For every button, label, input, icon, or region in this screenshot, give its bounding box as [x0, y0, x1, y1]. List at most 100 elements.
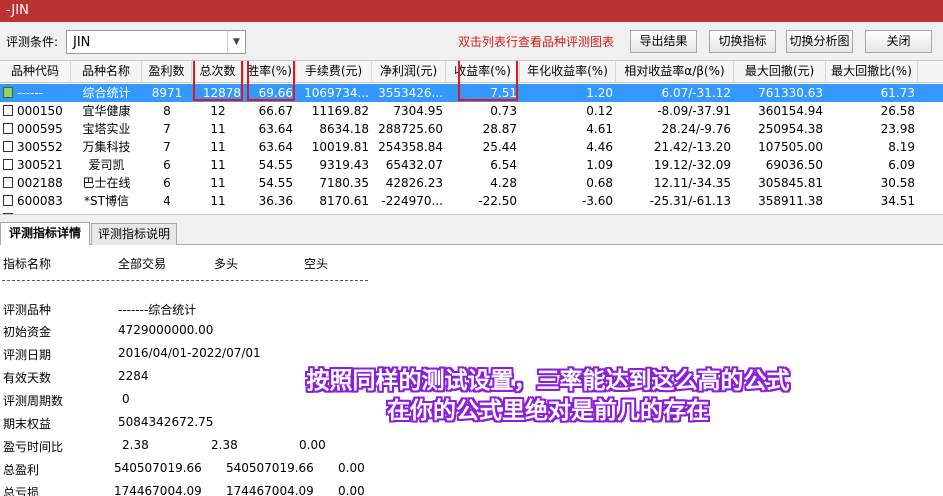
chevron-down-icon[interactable]: ▼: [227, 31, 245, 53]
table-cell: 23.98: [880, 122, 915, 136]
table-cell: 4.28: [490, 176, 517, 190]
row-code-cell: ------: [0, 84, 71, 102]
table-row[interactable]: 300552 万集科技 7 11 63.64 10019.81 254358.8…: [0, 138, 943, 156]
tab-metric-explanation[interactable]: 评测指标说明: [91, 223, 177, 245]
table-cell: -25.31/-61.13: [649, 194, 731, 208]
table-cell: 12: [210, 104, 226, 118]
switch-chart-button[interactable]: 切换分析图: [786, 30, 853, 53]
detail-item-value: 2.38: [122, 438, 149, 452]
column-header[interactable]: 净利润(元): [372, 61, 446, 83]
export-button[interactable]: 导出结果: [630, 30, 697, 53]
detail-item-value: -------综合统计: [118, 303, 197, 317]
table-row[interactable]: 600083 *ST博信 4 11 36.36 8170.61 -224970.…: [0, 192, 943, 210]
table-cell: 6.54: [490, 158, 517, 172]
table-cell: 4: [163, 194, 171, 208]
table-cell: 8170.61: [319, 194, 369, 208]
window-title-bar[interactable]: -JIN: [0, 0, 943, 22]
switch-indicator-button[interactable]: 切换指标: [709, 30, 776, 53]
table-cell: 54.55: [258, 158, 293, 172]
detail-item-name: 评测周期数: [3, 394, 64, 408]
table-cell: 61.73: [880, 86, 915, 100]
detail-item-name: 总亏损: [3, 486, 40, 496]
detail-header: 指标名称: [3, 257, 52, 271]
table-cell: 8634.18: [319, 122, 369, 136]
column-header[interactable]: 最大回撤比(%): [826, 61, 918, 83]
window-title: -JIN: [6, 3, 29, 18]
checkbox-icon[interactable]: [3, 177, 13, 188]
table-row[interactable]: 000595 宝塔实业 7 11 63.64 8634.18 288725.60…: [0, 120, 943, 138]
divider: [2, 280, 368, 281]
table-cell: 6: [163, 158, 171, 172]
column-header[interactable]: 年化收益率(%): [520, 61, 616, 83]
column-header[interactable]: 手续费(元): [296, 61, 372, 83]
table-cell: 6.07/-31.12: [661, 86, 731, 100]
detail-item-value: 2284: [118, 369, 149, 383]
table-cell: 7: [163, 122, 171, 136]
detail-item-value: 5084342672.75: [118, 415, 214, 429]
tab-metric-details[interactable]: 评测指标详情: [0, 222, 90, 246]
table-cell: 28.87: [482, 122, 517, 136]
column-header[interactable]: 品种名称: [71, 61, 142, 83]
column-header[interactable]: 总次数: [192, 61, 244, 83]
table-cell: 11: [210, 194, 226, 208]
checkbox-icon[interactable]: [3, 159, 13, 170]
table-cell: 11: [210, 140, 226, 154]
column-header[interactable]: 盈利数: [142, 61, 192, 83]
checkbox-icon[interactable]: [3, 141, 13, 152]
table-cell: -224970...: [381, 194, 443, 208]
table-row[interactable]: 000150 宜华健康 8 12 66.67 11169.82 7304.95 …: [0, 102, 943, 120]
column-header[interactable]: 品种代码: [0, 61, 71, 83]
checkbox-icon[interactable]: [3, 123, 13, 134]
table-cell: 358911.38: [758, 194, 823, 208]
condition-select[interactable]: JIN ▼: [66, 30, 246, 54]
checkbox-icon[interactable]: [3, 195, 13, 206]
table-cell: 11: [210, 158, 226, 172]
detail-item-value: 540507019.66: [226, 461, 314, 475]
detail-item-value: 0: [122, 392, 130, 406]
detail-item-value: 0.00: [299, 438, 326, 452]
checkbox-icon[interactable]: [3, 105, 13, 116]
table-cell: 万集科技: [82, 140, 131, 154]
table-cell: 288725.60: [378, 122, 443, 136]
row-code-cell: 300552: [0, 138, 71, 156]
table-cell: 6: [163, 176, 171, 190]
table-cell: -22.50: [478, 194, 517, 208]
table-cell: 69.66: [258, 86, 293, 100]
table-cell: 0.12: [586, 104, 613, 118]
table-cell: 26.58: [880, 104, 915, 118]
column-header[interactable]: 胜率(%): [244, 61, 296, 83]
table-cell: 4.61: [586, 122, 613, 136]
detail-item-name: 总盈利: [3, 463, 40, 477]
table-cell: 11: [210, 176, 226, 190]
column-header[interactable]: 最大回撤(元): [734, 61, 826, 83]
row-code-cell: 600083: [0, 192, 71, 210]
table-cell: 69036.50: [765, 158, 823, 172]
table-cell: *ST博信: [84, 194, 129, 208]
table-row-summary[interactable]: ------ 综合统计 8971 12878 69.66 1069734... …: [0, 84, 943, 102]
detail-header: 空头: [304, 257, 329, 271]
table-cell: 28.24/-9.76: [661, 122, 731, 136]
table-cell: 8.19: [888, 140, 915, 154]
close-button[interactable]: 关闭: [865, 30, 932, 53]
table-cell: 250954.38: [758, 122, 823, 136]
table-cell: 1069734...: [304, 86, 369, 100]
detail-item-value: 540507019.66: [114, 461, 202, 475]
overlay-caption-line2: 在你的公式里绝对是前几的存在: [387, 398, 709, 424]
detail-item-value: 0.00: [338, 461, 365, 475]
table-cell: 36.36: [258, 194, 293, 208]
table-cell: 305845.81: [758, 176, 823, 190]
detail-item-name: 初始资金: [3, 325, 52, 339]
table-cell: 4.46: [586, 140, 613, 154]
table-cell: 19.12/-32.09: [653, 158, 731, 172]
table-cell: 12878: [202, 86, 241, 100]
detail-item-name: 有效天数: [3, 371, 52, 385]
column-header[interactable]: 收益率(%): [446, 61, 520, 83]
detail-item-value: 2.38: [211, 438, 238, 452]
table-row[interactable]: 300521 爱司凯 6 11 54.55 9319.43 65432.07 6…: [0, 156, 943, 174]
detail-item-name: 期末权益: [3, 417, 52, 431]
column-header[interactable]: 相对收益率α/β(%): [616, 61, 734, 83]
chart-icon: [3, 87, 13, 98]
table-header: 品种代码 品种名称 盈利数 总次数 胜率(%) 手续费(元) 净利润(元) 收益…: [0, 61, 943, 83]
detail-item-value: 174467004.09: [226, 484, 314, 496]
table-row[interactable]: 002188 巴士在线 6 11 54.55 7180.35 42826.23 …: [0, 174, 943, 192]
